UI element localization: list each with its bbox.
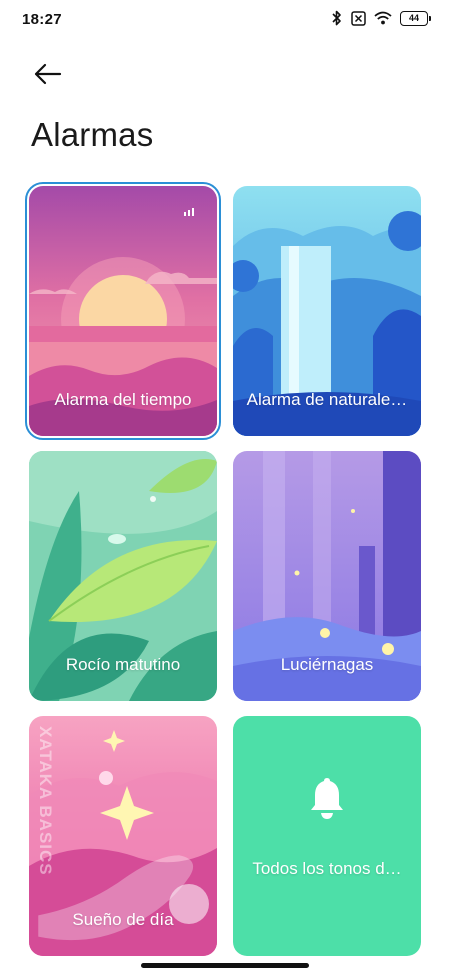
arrow-left-icon (34, 63, 62, 85)
card-label: Sueño de día (72, 910, 174, 929)
bell-icon (311, 778, 343, 819)
alarm-card-morning-dew[interactable]: Rocío matutino (29, 451, 217, 701)
battery-icon: 44 (400, 10, 431, 26)
home-indicator[interactable] (141, 963, 309, 968)
card-label: Todos los tonos d… (252, 859, 402, 878)
bluetooth-icon (331, 10, 343, 26)
no-sim-icon (351, 10, 366, 26)
card-label: Alarma del tiempo (54, 390, 192, 409)
watermark-logo: XATAKA BASICS (36, 726, 52, 876)
status-bar: 18:27 44 (0, 0, 450, 40)
card-label: Alarma de naturale… (246, 390, 408, 409)
status-icons: 44 (331, 10, 431, 26)
alarm-card-fireflies[interactable]: Luciérnagas (233, 451, 421, 701)
card-label: Rocío matutino (65, 655, 181, 674)
alarm-card-daydream[interactable]: Sueño de día (29, 716, 217, 956)
card-label: Luciérnagas (280, 655, 374, 674)
alarm-card-all-tones[interactable]: Todos los tonos d… (233, 716, 421, 956)
back-button[interactable] (28, 58, 68, 90)
alarm-card-nature[interactable]: Alarma de naturale… (233, 186, 421, 436)
page-title: Alarmas (31, 116, 154, 153)
status-time: 18:27 (22, 11, 62, 28)
svg-text:XATAKA BASICS: XATAKA BASICS (36, 726, 52, 876)
alarm-card-weather[interactable]: Alarma del tiempo (25, 182, 221, 440)
wifi-icon (374, 11, 392, 25)
